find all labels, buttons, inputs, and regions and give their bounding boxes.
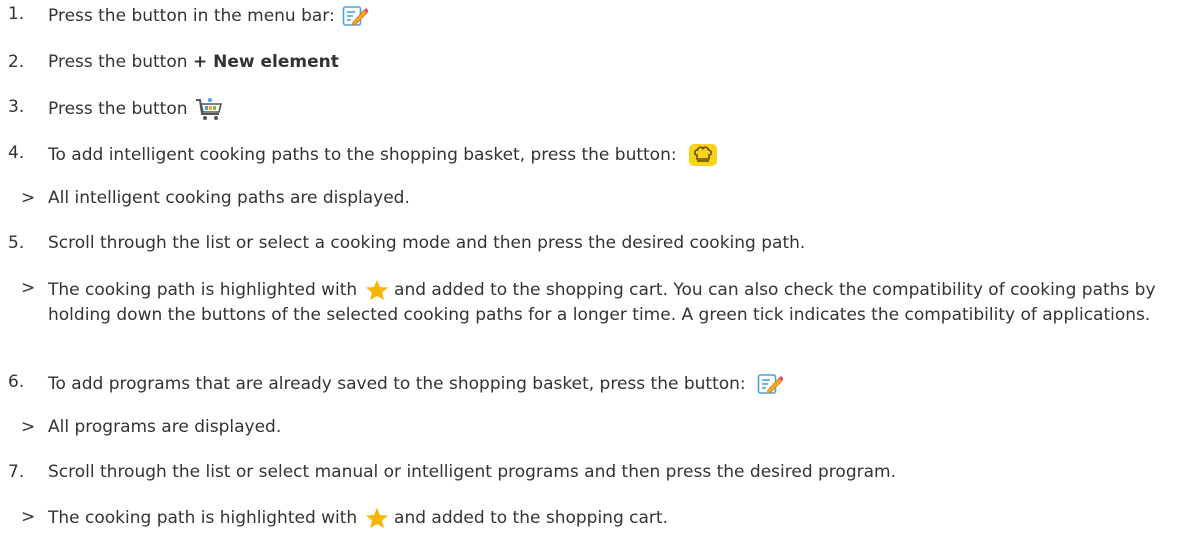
star-icon [365, 279, 389, 301]
result-marker: > [21, 278, 36, 298]
list-item: > The cooking path is highlighted with a… [0, 507, 1192, 533]
star-icon [365, 507, 389, 529]
result-label: The cooking path is highlighted with [48, 280, 358, 300]
list-item: 2. Press the button + New element [0, 52, 1192, 78]
step-number: 1. [8, 4, 25, 24]
result-marker: > [21, 507, 36, 527]
shopping-cart-icon [195, 97, 223, 121]
result-text: All programs are displayed. [48, 417, 282, 437]
step-text: Press the button + New element [48, 52, 1168, 72]
list-item: 4. To add intelligent cooking paths to t… [0, 143, 1192, 169]
step-label: Press the button in the menu bar: [48, 6, 335, 26]
list-item: > All intelligent cooking paths are disp… [0, 188, 1192, 214]
list-item: 3. Press the button [0, 97, 1192, 123]
step-number: 5. [8, 233, 25, 253]
step-text: Press the button in the menu bar: [48, 4, 1168, 28]
list-item: > All programs are displayed. [0, 417, 1192, 443]
result-label-continued: and added to the shopping cart. [394, 508, 668, 528]
edit-icon [342, 4, 369, 28]
step-text: Scroll through the list or select a cook… [48, 233, 806, 253]
result-marker: > [21, 188, 36, 208]
step-number: 3. [8, 97, 25, 117]
step-label: Press the button [48, 52, 193, 72]
list-item: 6. To add programs that are already save… [0, 372, 1192, 398]
chef-hat-icon [688, 143, 718, 167]
step-text: To add intelligent cooking paths to the … [48, 143, 1168, 167]
list-item: 5. Scroll through the list or select a c… [0, 233, 1192, 259]
result-text: The cooking path is highlighted with and… [48, 278, 1168, 328]
step-number: 4. [8, 143, 25, 163]
result-text: The cooking path is highlighted with and… [48, 507, 1168, 529]
list-item: 1. Press the button in the menu bar: [0, 4, 1192, 30]
step-text: Press the button [48, 97, 1168, 121]
result-label: The cooking path is highlighted with [48, 508, 358, 528]
list-item: 7. Scroll through the list or select man… [0, 462, 1192, 488]
step-text: To add programs that are already saved t… [48, 372, 1168, 396]
step-number: 6. [8, 372, 25, 392]
result-marker: > [21, 417, 36, 437]
list-item: > The cooking path is highlighted with a… [0, 278, 1192, 358]
step-number: 7. [8, 462, 25, 482]
step-number: 2. [8, 52, 25, 72]
step-label: To add programs that are already saved t… [48, 374, 746, 394]
result-text: All intelligent cooking paths are displa… [48, 188, 410, 208]
step-text: Scroll through the list or select manual… [48, 462, 896, 482]
edit-icon [757, 372, 784, 396]
new-element-label: + New element [192, 52, 339, 72]
step-label: Press the button [48, 99, 188, 119]
step-label: To add intelligent cooking paths to the … [48, 145, 677, 165]
